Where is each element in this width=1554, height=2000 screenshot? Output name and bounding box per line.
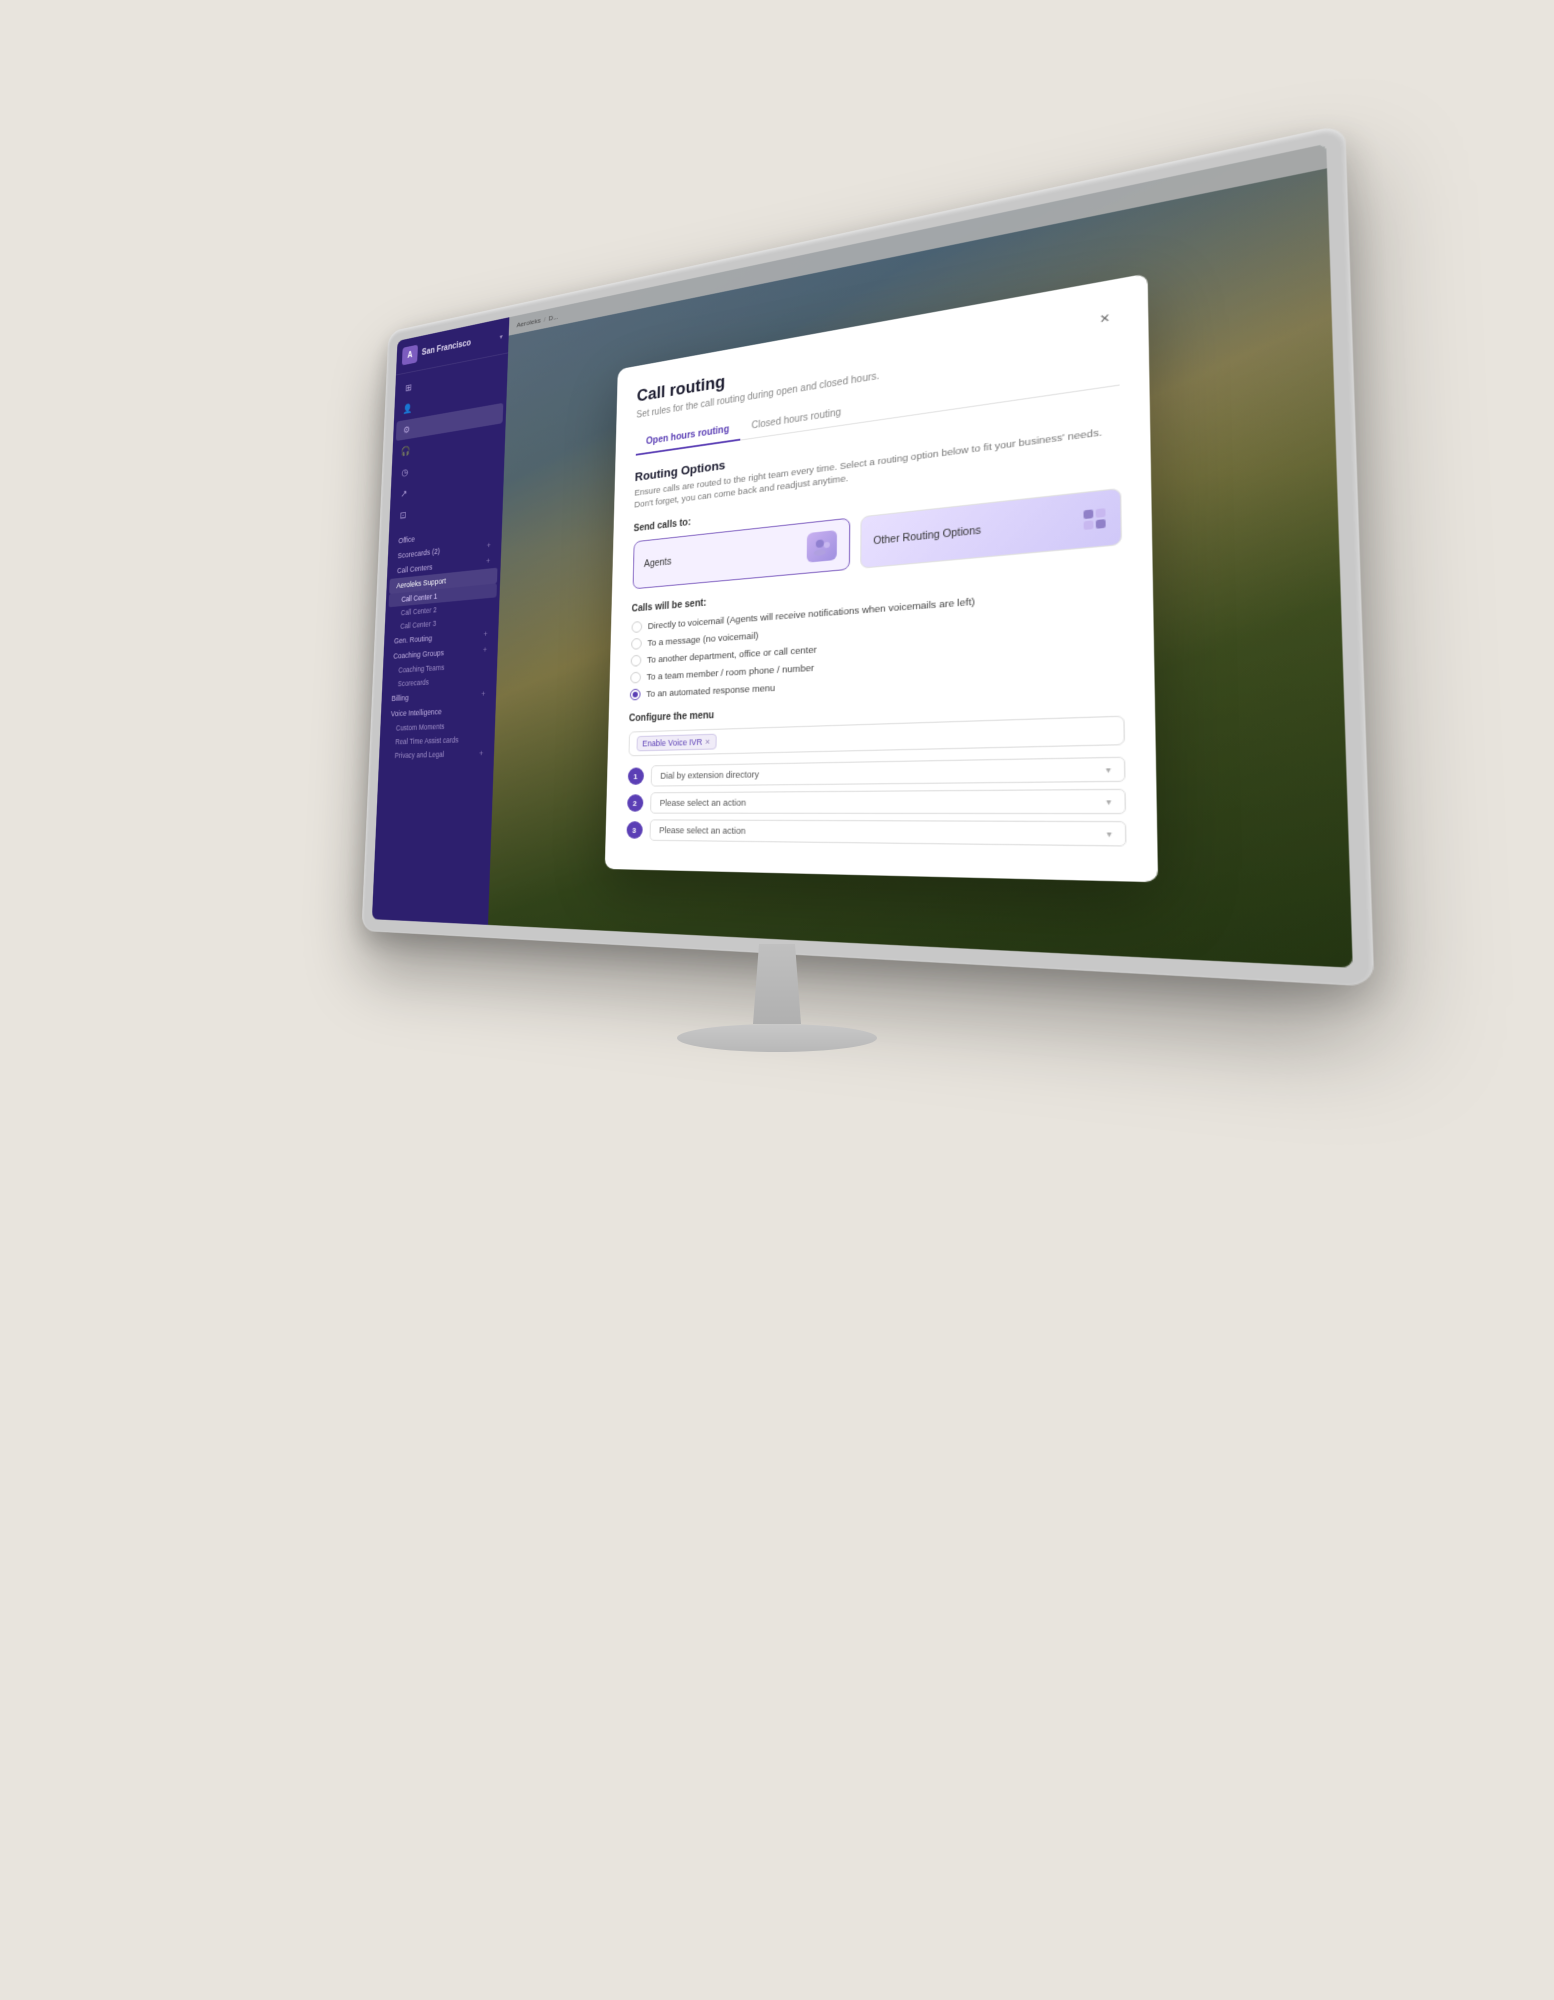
grid-icon: ⊡ — [398, 508, 408, 521]
plus-icon: + — [487, 541, 491, 550]
plus-icon: + — [483, 629, 487, 638]
plus-icon: + — [481, 689, 485, 698]
other-routing-icon — [1083, 509, 1105, 531]
sidebar-logo: A — [402, 345, 418, 366]
agents-icon — [806, 530, 836, 563]
monitor-stand — [677, 944, 877, 1052]
clock-icon: ◷ — [400, 466, 410, 479]
menu-item-1: 1 Dial by extension directory ▾ — [627, 757, 1125, 787]
dialog-overlay: Call routing × Set rules for the call ro… — [488, 144, 1353, 968]
call-routing-dialog: Call routing × Set rules for the call ro… — [604, 273, 1157, 882]
home-icon: ⊞ — [403, 381, 413, 394]
settings-icon: ⚙ — [402, 423, 412, 436]
tab-open-hours[interactable]: Open hours routing — [635, 417, 740, 456]
chevron-down-icon: ▾ — [1106, 797, 1111, 807]
chevron-down-icon: ▾ — [1107, 829, 1112, 839]
menu-num-1: 1 — [627, 768, 643, 785]
sidebar: A San Francisco ▾ ⊞ 👤 — [372, 317, 509, 925]
sidebar-org-name: San Francisco — [422, 333, 496, 357]
menu-item-2: 2 Please select an action ▾ — [627, 789, 1126, 814]
monitor-wrapper: A San Francisco ▾ ⊞ 👤 — [227, 150, 1327, 1850]
headset-icon: 🎧 — [401, 444, 411, 457]
plus-icon: + — [479, 749, 483, 758]
plus-icon: + — [483, 645, 487, 654]
radio-circle-automated — [629, 689, 640, 701]
radio-circle-department — [630, 655, 641, 667]
main-area: Aeroleks / D... Call routing × Set r — [488, 144, 1353, 968]
ivr-tag-input[interactable]: Enable Voice IVR × — [628, 716, 1124, 757]
tag-remove-icon[interactable]: × — [705, 737, 710, 747]
radio-circle-voicemail — [631, 621, 642, 633]
menu-select-2[interactable]: Please select an action ▾ — [650, 789, 1126, 814]
menu-item-3: 3 Please select an action ▾ — [626, 820, 1126, 847]
tab-closed-hours[interactable]: Closed hours routing — [740, 399, 853, 440]
chevron-down-icon: ▾ — [500, 332, 503, 340]
radio-circle-team-member — [630, 672, 641, 684]
screen: A San Francisco ▾ ⊞ 👤 — [372, 144, 1353, 968]
menu-num-2: 2 — [627, 795, 643, 812]
menu-select-1[interactable]: Dial by extension directory ▾ — [650, 757, 1125, 787]
close-button[interactable]: × — [1091, 304, 1118, 332]
menu-num-3: 3 — [626, 822, 642, 839]
menu-select-3[interactable]: Please select an action ▾ — [649, 820, 1126, 847]
chart-icon: ↗ — [399, 487, 409, 500]
sidebar-nav: Office Scorecards (2) + Call Centers + A… — [372, 517, 502, 925]
stand-base — [677, 1024, 877, 1052]
sidebar-subitem-privacy[interactable]: Privacy and Legal + — [382, 746, 492, 763]
plus-icon: + — [486, 556, 490, 565]
menu-items-list: 1 Dial by extension directory ▾ 2 — [626, 757, 1126, 847]
sidebar-icon-column: ⊞ 👤 ⚙ 🎧 ◷ — [389, 353, 508, 531]
radio-circle-message — [631, 638, 642, 650]
monitor-bezel: A San Francisco ▾ ⊞ 👤 — [372, 144, 1353, 968]
chevron-down-icon: ▾ — [1106, 765, 1111, 775]
ivr-tag: Enable Voice IVR × — [636, 734, 717, 752]
monitor-frame: A San Francisco ▾ ⊞ 👤 — [361, 124, 1374, 987]
stand-neck — [747, 944, 807, 1024]
people-icon: 👤 — [402, 402, 412, 415]
